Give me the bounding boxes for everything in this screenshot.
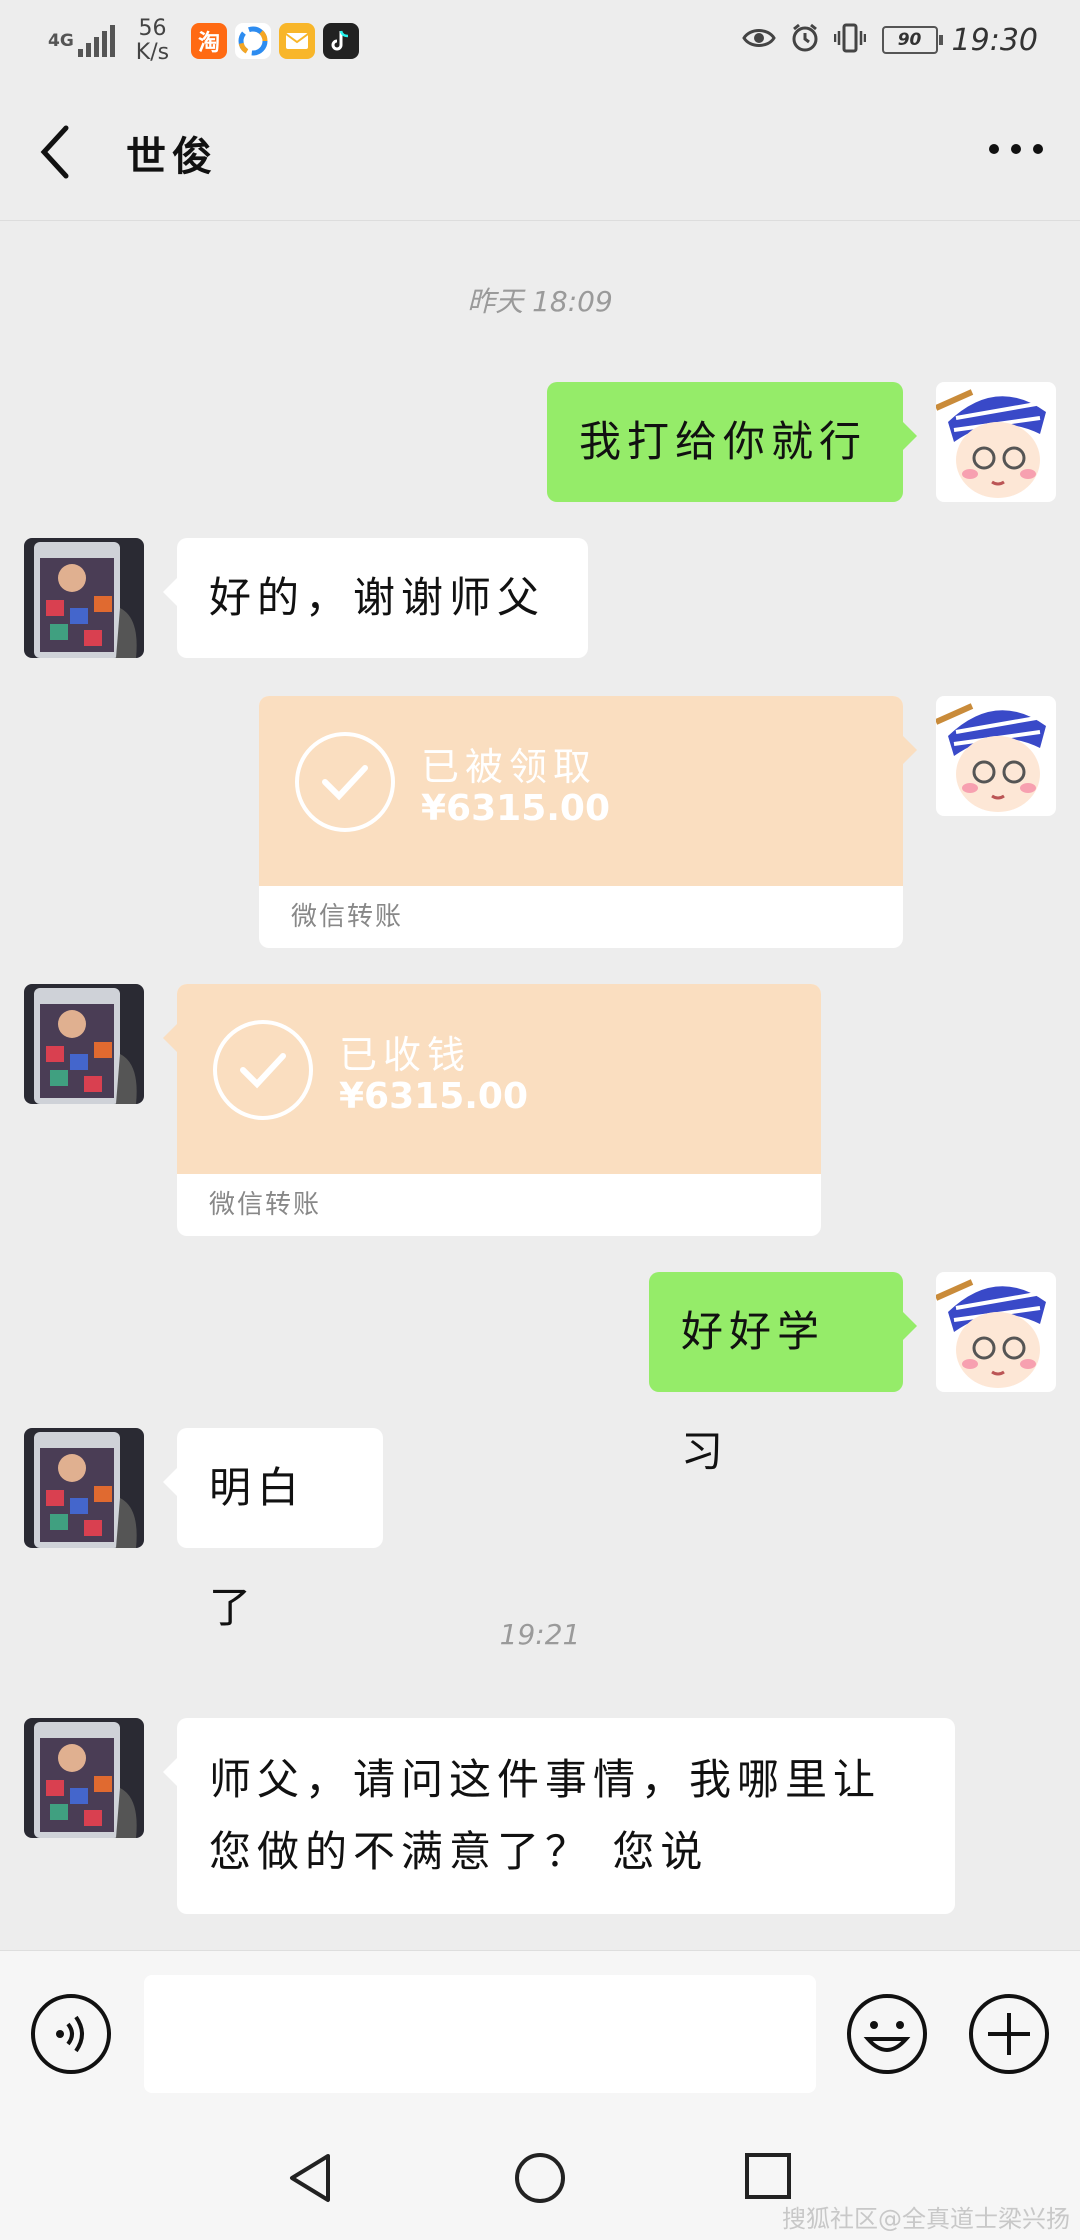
input-bar-bg [0, 1950, 1080, 2117]
contact-avatar[interactable] [24, 538, 144, 658]
sent-transfer-card[interactable]: 已被领取 ¥6315.00 微信转账 [259, 696, 917, 948]
received-message[interactable]: 师父，请问这件事情，我哪里让 您做的不满意了？ 您说 [163, 1718, 955, 1914]
network-type: 4G [48, 31, 74, 51]
message-text-line: 师父，请问这件事情，我哪里让 [209, 1755, 882, 1804]
status-bar: 4G 56 K/s 淘 90 19:30 [0, 0, 1080, 80]
my-avatar[interactable] [936, 382, 1056, 502]
message-input[interactable] [144, 1975, 816, 2093]
transfer-label: 微信转账 [209, 1190, 322, 1220]
back-icon[interactable] [36, 124, 76, 184]
transfer-amount: ¥6315.00 [339, 1076, 529, 1117]
tiktok-icon [323, 23, 360, 59]
voice-icon[interactable] [30, 1993, 112, 2079]
timestamp: 昨天 18:09 [467, 285, 613, 318]
contact-avatar[interactable] [24, 984, 144, 1104]
contact-avatar[interactable] [24, 1428, 144, 1548]
received-message[interactable]: 明白了 [163, 1428, 383, 1632]
transfer-status: 已被领取 [421, 745, 598, 789]
contact-avatar[interactable] [24, 1718, 144, 1838]
signal-icon [77, 25, 118, 57]
more-icon[interactable] [988, 140, 1044, 159]
received-message[interactable]: 好的，谢谢师父 [163, 538, 588, 658]
message-text-line: 您做的不满意了？ 您说 [209, 1827, 709, 1876]
vibrate-icon [833, 23, 866, 57]
recents-nav-icon[interactable] [744, 2152, 792, 2204]
message-text: 好的，谢谢师父 [209, 573, 546, 622]
transfer-status: 已收钱 [339, 1033, 472, 1077]
sent-message[interactable]: 好好学习 [649, 1272, 917, 1476]
message-text: 明白了 [209, 1463, 306, 1632]
timestamp: 19:21 [499, 1618, 581, 1651]
status-time: 19:30 [951, 22, 1038, 58]
received-transfer-card[interactable]: 已收钱 ¥6315.00 微信转账 [163, 984, 821, 1236]
home-nav-icon[interactable] [514, 2152, 566, 2208]
taobao-icon: 淘 [191, 23, 228, 59]
transfer-amount: ¥6315.00 [421, 788, 611, 829]
watermark: 搜狐社区@全真道士梁兴扬 [782, 2205, 1070, 2233]
back-nav-icon[interactable] [286, 2152, 334, 2208]
browser-icon [235, 23, 272, 59]
message-text: 我打给你就行 [579, 417, 868, 466]
message-text: 好好学习 [681, 1307, 826, 1476]
my-avatar[interactable] [936, 1272, 1056, 1392]
mail-icon [279, 23, 316, 59]
check-icon [295, 732, 395, 832]
plus-icon[interactable] [968, 1993, 1050, 2079]
eye-icon [741, 26, 776, 54]
sent-message[interactable]: 我打给你就行 [547, 382, 917, 502]
chat-title: 世俊 [126, 134, 218, 180]
nav-bar: 搜狐社区@全真道士梁兴扬 [0, 2116, 1080, 2240]
emoji-icon[interactable] [846, 1993, 928, 2079]
chat-header: 世俊 [0, 80, 1080, 221]
transfer-label: 微信转账 [291, 902, 404, 932]
network-speed: 56 K/s [135, 16, 170, 65]
my-avatar[interactable] [936, 696, 1056, 816]
check-icon [213, 1020, 313, 1120]
alarm-icon [790, 23, 820, 57]
battery-icon: 90 [881, 26, 943, 54]
